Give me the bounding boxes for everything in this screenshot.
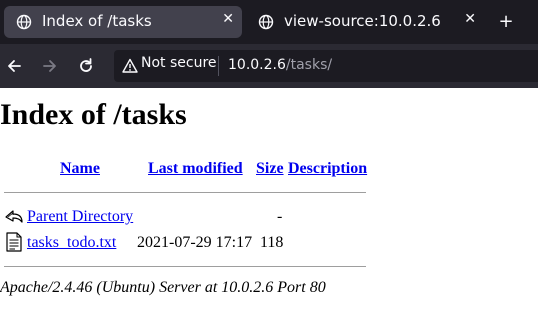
tab-index-of-tasks[interactable]: Index of /tasks ✕ <box>4 6 242 38</box>
row-last-modified: 2021-07-29 17:17 <box>137 234 253 251</box>
warning-icon[interactable] <box>122 58 138 74</box>
header-divider <box>4 192 366 193</box>
security-label[interactable]: Not secure <box>141 55 217 71</box>
column-header-name[interactable]: Name <box>60 160 100 178</box>
text-file-icon <box>6 232 22 252</box>
tab-view-source[interactable]: view-source:10.0.2.6 ✕ <box>246 6 484 38</box>
row-size: - <box>277 208 283 225</box>
column-header-description[interactable]: Description <box>288 160 367 178</box>
back-arrow-icon[interactable] <box>4 56 24 76</box>
tasks-todo-link[interactable]: tasks_todo.txt <box>27 234 116 252</box>
server-signature: Apache/2.4.46 (Ubuntu) Server at 10.0.2.… <box>0 279 326 296</box>
url-host: 10.0.2.6 <box>228 57 286 73</box>
globe-icon <box>16 14 32 30</box>
address-bar[interactable]: Not secure 10.0.2.6/tasks/ <box>114 50 538 82</box>
footer-divider <box>4 266 366 267</box>
back-arrow-icon <box>5 210 23 223</box>
tab-title: Index of /tasks <box>42 12 152 30</box>
page-content: Index of /tasks Name Last modified Size … <box>0 88 538 333</box>
tab-strip: Index of /tasks ✕ view-source:10.0.2.6 ✕… <box>0 0 538 44</box>
row-size: 118 <box>260 234 284 251</box>
globe-icon <box>258 14 274 30</box>
tab-title: view-source:10.0.2.6 <box>284 12 441 30</box>
reload-icon[interactable] <box>76 56 96 76</box>
forward-arrow-icon[interactable] <box>40 56 60 76</box>
close-tab-icon[interactable]: ✕ <box>464 11 476 27</box>
column-header-last-modified[interactable]: Last modified <box>148 160 243 178</box>
url-path: /tasks/ <box>285 57 333 73</box>
page-title: Index of /tasks <box>0 98 187 131</box>
new-tab-button[interactable]: + <box>494 10 518 34</box>
column-header-size[interactable]: Size <box>256 160 284 178</box>
url-separator <box>218 56 219 76</box>
close-tab-icon[interactable]: ✕ <box>222 11 234 27</box>
url-text[interactable]: 10.0.2.6/tasks/ <box>228 57 332 73</box>
parent-directory-link[interactable]: Parent Directory <box>27 208 133 226</box>
